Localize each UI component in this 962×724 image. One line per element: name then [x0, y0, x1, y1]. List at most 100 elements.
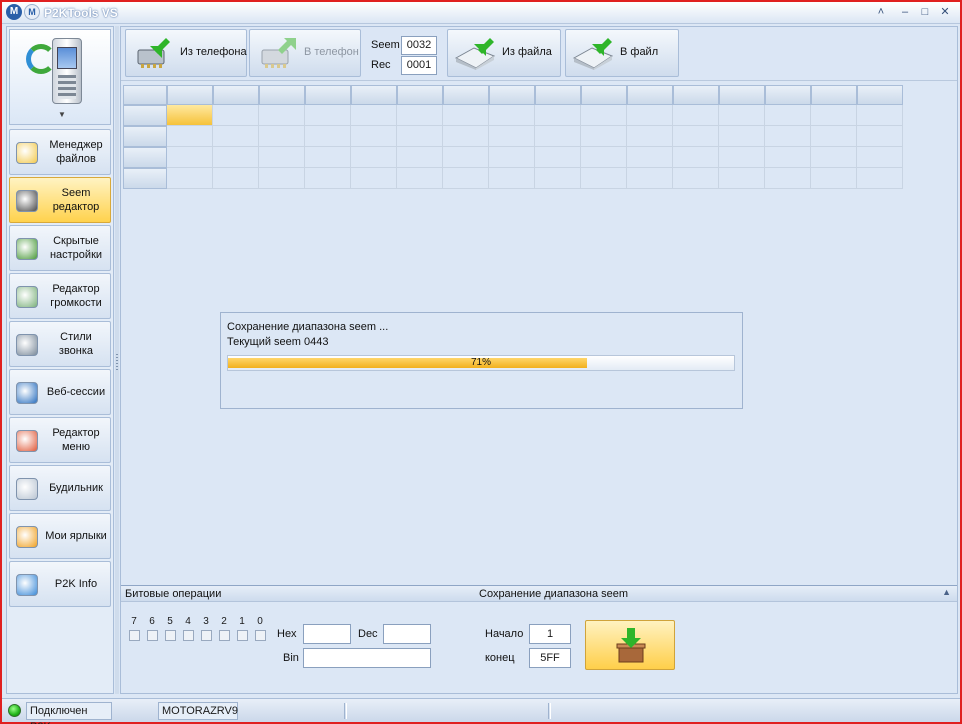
minimize-button[interactable]: ‒	[896, 5, 914, 20]
grid-cell[interactable]	[167, 147, 213, 168]
grid-cell[interactable]	[305, 126, 351, 147]
grid-column-header[interactable]	[765, 85, 811, 105]
grid-cell[interactable]	[213, 105, 259, 126]
grid-column-header[interactable]	[397, 85, 443, 105]
bit-checkbox[interactable]	[129, 630, 140, 641]
grid-cell[interactable]	[351, 147, 397, 168]
grid-cell[interactable]	[489, 105, 535, 126]
sidebar-item-4[interactable]: Редактор громкости	[9, 273, 111, 319]
grid-cell[interactable]	[627, 105, 673, 126]
grid-cell[interactable]	[627, 126, 673, 147]
title-bar[interactable]: M M P2KTools VS ˄ ‒ □ ✕	[2, 2, 960, 24]
grid-cell[interactable]	[673, 126, 719, 147]
grid-cell[interactable]	[351, 105, 397, 126]
grid-column-header[interactable]	[213, 85, 259, 105]
grid-cell[interactable]	[213, 147, 259, 168]
collapse-ribbon-button[interactable]: ˄	[872, 5, 890, 20]
dec-field[interactable]	[383, 624, 431, 644]
bin-field[interactable]	[303, 648, 431, 668]
grid-cell[interactable]	[443, 147, 489, 168]
sidebar-item-1[interactable]: Менеджер файлов	[9, 129, 111, 175]
grid-column-header[interactable]	[857, 85, 903, 105]
from-phone-button[interactable]: Из телефона	[125, 29, 247, 77]
start-field[interactable]: 1	[529, 624, 571, 644]
bit-checkbox[interactable]	[183, 630, 194, 641]
bit-checkbox[interactable]	[165, 630, 176, 641]
grid-cell[interactable]	[535, 168, 581, 189]
bit-checkbox[interactable]	[219, 630, 230, 641]
grid-cell[interactable]	[581, 168, 627, 189]
grid-cell[interactable]	[489, 168, 535, 189]
grid-cell[interactable]	[167, 168, 213, 189]
rec-field[interactable]: 0001	[401, 56, 437, 75]
grid-cell[interactable]	[627, 168, 673, 189]
grid-cell[interactable]	[581, 147, 627, 168]
grid-row-header[interactable]	[123, 105, 167, 126]
chevron-down-icon[interactable]: ▼	[58, 110, 66, 119]
grid-cell[interactable]	[811, 105, 857, 126]
grid-cell[interactable]	[857, 147, 903, 168]
grid-cell[interactable]	[443, 105, 489, 126]
grid-cell[interactable]	[167, 105, 213, 126]
save-range-button[interactable]	[585, 620, 675, 670]
grid-cell[interactable]	[811, 147, 857, 168]
sidebar-item-2[interactable]: Seem редактор	[9, 177, 111, 223]
grid-cell[interactable]	[673, 168, 719, 189]
grid-column-header[interactable]	[259, 85, 305, 105]
app-menu-icon[interactable]: M	[24, 4, 40, 20]
sidebar-item-8[interactable]: Будильник	[9, 465, 111, 511]
grid-cell[interactable]	[719, 126, 765, 147]
seem-field[interactable]: 0032	[401, 36, 437, 55]
bit-checkbox[interactable]	[147, 630, 158, 641]
grid-row-header[interactable]	[123, 126, 167, 147]
sidebar-item-7[interactable]: Редактор меню	[9, 417, 111, 463]
sidebar-item-6[interactable]: Веб-сессии	[9, 369, 111, 415]
grid-cell[interactable]	[857, 168, 903, 189]
grid-cell[interactable]	[213, 126, 259, 147]
grid-cell[interactable]	[719, 168, 765, 189]
grid-column-header[interactable]	[627, 85, 673, 105]
grid-cell[interactable]	[581, 126, 627, 147]
grid-column-header[interactable]	[167, 85, 213, 105]
grid-cell[interactable]	[443, 168, 489, 189]
bit-checkbox[interactable]	[201, 630, 212, 641]
grid-column-header[interactable]	[123, 85, 167, 105]
grid-cell[interactable]	[811, 126, 857, 147]
grid-cell[interactable]	[765, 105, 811, 126]
grid-cell[interactable]	[581, 105, 627, 126]
grid-row-header[interactable]	[123, 168, 167, 189]
to-phone-button[interactable]: В телефон	[249, 29, 361, 77]
grid-cell[interactable]	[397, 168, 443, 189]
grid-cell[interactable]	[673, 147, 719, 168]
grid-cell[interactable]	[397, 147, 443, 168]
grid-row-header[interactable]	[123, 147, 167, 168]
grid-cell[interactable]	[535, 126, 581, 147]
grid-column-header[interactable]	[305, 85, 351, 105]
from-file-button[interactable]: Из файла	[447, 29, 561, 77]
grid-cell[interactable]	[535, 147, 581, 168]
grid-cell[interactable]	[489, 147, 535, 168]
grid-cell[interactable]	[673, 105, 719, 126]
grid-column-header[interactable]	[351, 85, 397, 105]
grid-cell[interactable]	[765, 126, 811, 147]
to-file-button[interactable]: В файл	[565, 29, 679, 77]
collapse-panel-icon[interactable]: ▲	[942, 587, 951, 597]
grid-cell[interactable]	[351, 126, 397, 147]
grid-cell[interactable]	[489, 126, 535, 147]
grid-cell[interactable]	[213, 168, 259, 189]
sidebar-item-10[interactable]: P2K Info	[9, 561, 111, 607]
grid-cell[interactable]	[443, 126, 489, 147]
grid-cell[interactable]	[167, 126, 213, 147]
grid-cell[interactable]	[305, 168, 351, 189]
grid-column-header[interactable]	[673, 85, 719, 105]
grid-cell[interactable]	[305, 147, 351, 168]
end-field[interactable]: 5FF	[529, 648, 571, 668]
grid-column-header[interactable]	[489, 85, 535, 105]
grid-cell[interactable]	[351, 168, 397, 189]
bit-checkbox[interactable]	[237, 630, 248, 641]
sidebar-item-5[interactable]: Стили звонка	[9, 321, 111, 367]
grid-cell[interactable]	[535, 105, 581, 126]
grid-column-header[interactable]	[811, 85, 857, 105]
grid-cell[interactable]	[857, 105, 903, 126]
grid-cell[interactable]	[397, 126, 443, 147]
